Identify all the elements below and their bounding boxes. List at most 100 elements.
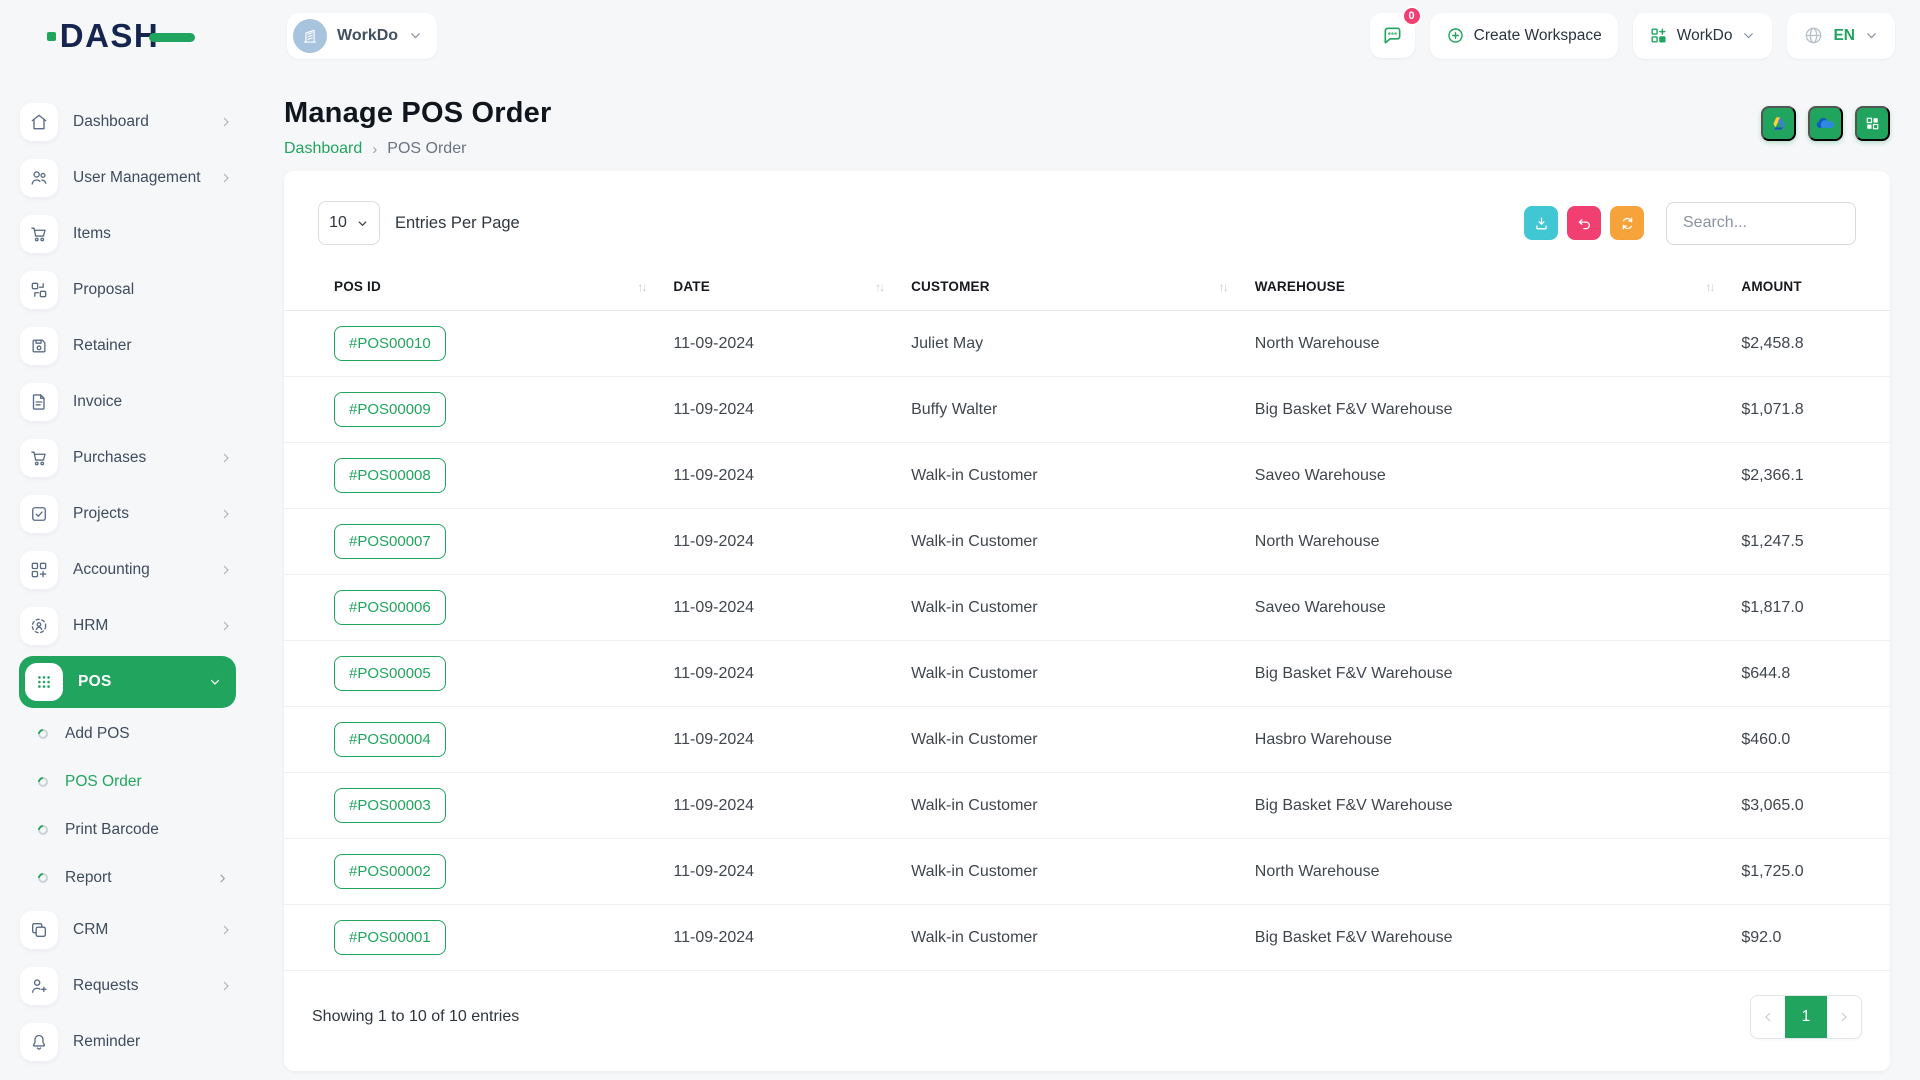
customer-cell: Walk-in Customer: [899, 575, 1243, 641]
pos-id-link[interactable]: #POS00004: [334, 722, 446, 757]
user-scan-icon: [20, 607, 58, 645]
warehouse-cell: Big Basket F&V Warehouse: [1243, 377, 1730, 443]
sort-icon[interactable]: ↑↓: [1705, 280, 1713, 294]
sidebar-item-crm[interactable]: CRM: [0, 902, 255, 958]
table-row: #POS00005 11-09-2024 Walk-in Customer Bi…: [284, 641, 1890, 707]
sidebar-subitem-report[interactable]: Report: [0, 854, 255, 902]
sidebar-item-proposal[interactable]: Proposal: [0, 262, 255, 318]
column-header-pos-id[interactable]: POS ID↑↓: [284, 279, 661, 311]
messages-button[interactable]: 0: [1370, 13, 1415, 58]
next-page-button[interactable]: [1827, 996, 1861, 1038]
sort-icon[interactable]: ↑↓: [875, 280, 883, 294]
sidebar-item-invoice[interactable]: Invoice: [0, 374, 255, 430]
entries-per-page-select[interactable]: 10: [318, 201, 380, 245]
pos-id-link[interactable]: #POS00009: [334, 392, 446, 427]
sidebar-item-projects[interactable]: Projects: [0, 486, 255, 542]
chevron-down-icon: [1864, 28, 1879, 43]
brand-logo[interactable]: DASH: [60, 17, 196, 55]
chevron-right-icon: [219, 115, 233, 129]
sidebar-item-user-management[interactable]: User Management: [0, 150, 255, 206]
dots-grid-icon: [25, 663, 63, 701]
search-input[interactable]: [1666, 202, 1856, 245]
sidebar-item-dashboard[interactable]: Dashboard: [0, 94, 255, 150]
customer-cell: Walk-in Customer: [899, 707, 1243, 773]
user-plus-icon: [20, 967, 58, 1005]
table-row: #POS00008 11-09-2024 Walk-in Customer Sa…: [284, 443, 1890, 509]
refresh-button[interactable]: [1610, 206, 1644, 240]
create-workspace-button[interactable]: Create Workspace: [1430, 13, 1618, 59]
customer-cell: Walk-in Customer: [899, 773, 1243, 839]
chevron-right-icon: [219, 619, 233, 633]
pos-id-link[interactable]: #POS00002: [334, 854, 446, 889]
sidebar-item-accounting[interactable]: Accounting: [0, 542, 255, 598]
table-row: #POS00002 11-09-2024 Walk-in Customer No…: [284, 839, 1890, 905]
brand-logo-dash: [149, 33, 195, 42]
column-header-warehouse[interactable]: WAREHOUSE↑↓: [1243, 279, 1730, 311]
undo-button[interactable]: [1567, 206, 1601, 240]
page-title: Manage POS Order: [284, 97, 552, 130]
sidebar-item-reminder[interactable]: Reminder: [0, 1014, 255, 1070]
amount-cell: $1,725.0: [1729, 839, 1890, 905]
table-row: #POS00010 11-09-2024 Juliet May North Wa…: [284, 311, 1890, 377]
check-square-icon: [20, 495, 58, 533]
chevron-right-icon: [1837, 1010, 1851, 1024]
entries-per-page-value: 10: [329, 214, 347, 232]
warehouse-cell: Big Basket F&V Warehouse: [1243, 773, 1730, 839]
pos-id-link[interactable]: #POS00010: [334, 326, 446, 361]
export-button[interactable]: [1524, 206, 1558, 240]
grid-plus-icon: [1649, 26, 1668, 45]
plus-circle-icon: [1446, 26, 1465, 45]
column-header-amount[interactable]: AMOUNT: [1729, 279, 1890, 311]
pos-order-card: 10 Entries Per Page POS: [284, 171, 1890, 1071]
pos-id-link[interactable]: #POS00003: [334, 788, 446, 823]
sidebar-item-hrm[interactable]: HRM: [0, 598, 255, 654]
workspace-switcher[interactable]: WorkDo: [287, 13, 437, 59]
chevron-right-icon: [219, 171, 233, 185]
customer-cell: Walk-in Customer: [899, 443, 1243, 509]
workspace-avatar: [293, 19, 327, 53]
column-header-customer[interactable]: CUSTOMER↑↓: [899, 279, 1243, 311]
table-row: #POS00007 11-09-2024 Walk-in Customer No…: [284, 509, 1890, 575]
pos-id-link[interactable]: #POS00006: [334, 590, 446, 625]
globe-icon: [1803, 25, 1824, 46]
amount-cell: $644.8: [1729, 641, 1890, 707]
pos-id-link[interactable]: #POS00005: [334, 656, 446, 691]
language-dropdown[interactable]: EN: [1787, 13, 1895, 59]
google-drive-button[interactable]: [1761, 106, 1796, 141]
grid-view-button[interactable]: [1855, 106, 1890, 141]
swap-squares-icon: [20, 271, 58, 309]
amount-cell: $2,366.1: [1729, 443, 1890, 509]
amount-cell: $1,247.5: [1729, 509, 1890, 575]
customer-cell: Walk-in Customer: [899, 905, 1243, 971]
previous-page-button[interactable]: [1751, 996, 1785, 1038]
onedrive-button[interactable]: [1808, 106, 1843, 141]
pos-id-link[interactable]: #POS00008: [334, 458, 446, 493]
sidebar-item-pos[interactable]: POS: [19, 656, 236, 708]
sidebar-item-retainer[interactable]: Retainer: [0, 318, 255, 374]
pos-id-link[interactable]: #POS00001: [334, 920, 446, 955]
sidebar-subitem-add-pos[interactable]: Add POS: [0, 710, 255, 758]
warehouse-cell: Big Basket F&V Warehouse: [1243, 905, 1730, 971]
page-number-active[interactable]: 1: [1785, 996, 1827, 1038]
sort-icon[interactable]: ↑↓: [1219, 280, 1227, 294]
sidebar-item-requests[interactable]: Requests: [0, 958, 255, 1014]
pos-id-link[interactable]: #POS00007: [334, 524, 446, 559]
sidebar-item-purchases[interactable]: Purchases: [0, 430, 255, 486]
app-menu-dropdown[interactable]: WorkDo: [1633, 13, 1773, 59]
sort-icon[interactable]: ↑↓: [637, 280, 645, 294]
chevron-down-icon: [1741, 28, 1756, 43]
sidebar-subitem-print-barcode[interactable]: Print Barcode: [0, 806, 255, 854]
main-content: Manage POS Order Dashboard › POS Order: [255, 71, 1920, 1080]
chevron-right-icon: [219, 979, 233, 993]
chevron-right-icon: [216, 872, 229, 885]
sidebar-item-items[interactable]: Items: [0, 206, 255, 262]
sidebar-subitem-pos-order[interactable]: POS Order: [0, 758, 255, 806]
column-header-date[interactable]: DATE↑↓: [661, 279, 899, 311]
table-row: #POS00004 11-09-2024 Walk-in Customer Ha…: [284, 707, 1890, 773]
amount-cell: $92.0: [1729, 905, 1890, 971]
onedrive-icon: [1815, 113, 1836, 134]
breadcrumb-dashboard-link[interactable]: Dashboard: [284, 140, 362, 158]
customer-cell: Buffy Walter: [899, 377, 1243, 443]
page-header-actions: [1761, 106, 1890, 141]
table-header-row: POS ID↑↓ DATE↑↓ CUSTOMER↑↓ WAREHOUSE↑↓ A…: [284, 279, 1890, 311]
